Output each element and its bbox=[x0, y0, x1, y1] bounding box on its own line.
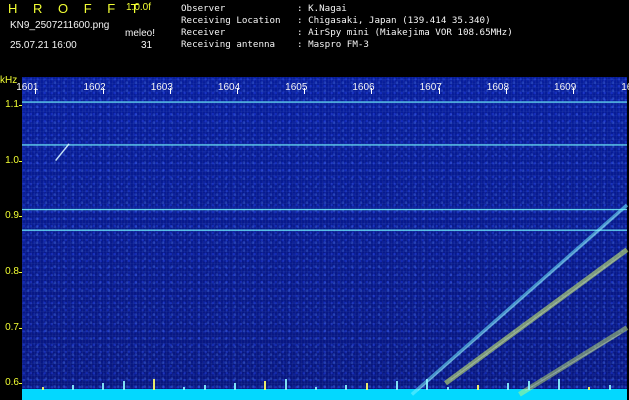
bottom-spike bbox=[285, 379, 287, 390]
bottom-spike bbox=[528, 381, 530, 390]
bottom-spike bbox=[345, 385, 347, 390]
bottom-spike bbox=[507, 383, 509, 390]
bottom-spike bbox=[588, 387, 590, 390]
meteor-trace-highlight bbox=[417, 210, 622, 391]
bottom-spike bbox=[204, 385, 206, 390]
chart-overlay bbox=[22, 101, 629, 397]
bottom-spike bbox=[153, 379, 155, 390]
bottom-spike bbox=[102, 383, 104, 390]
short-streak bbox=[55, 143, 70, 162]
bottom-spike bbox=[366, 383, 368, 390]
bottom-spike bbox=[558, 379, 560, 390]
meteor-trace bbox=[410, 203, 629, 396]
bottom-spike bbox=[72, 385, 74, 390]
bottom-spike bbox=[447, 387, 449, 390]
bottom-spike bbox=[477, 385, 479, 390]
bottom-spike bbox=[315, 387, 317, 390]
bottom-spike bbox=[426, 379, 428, 390]
bottom-spike bbox=[396, 381, 398, 390]
bottom-spike bbox=[42, 387, 44, 390]
bottom-spike bbox=[234, 383, 236, 390]
bottom-spike bbox=[183, 387, 185, 390]
bottom-spike bbox=[123, 381, 125, 390]
bottom-spike bbox=[609, 385, 611, 390]
meteor-trace-highlight bbox=[451, 255, 622, 380]
meteor-trace-highlight bbox=[525, 333, 622, 391]
bottom-spike bbox=[264, 381, 266, 390]
